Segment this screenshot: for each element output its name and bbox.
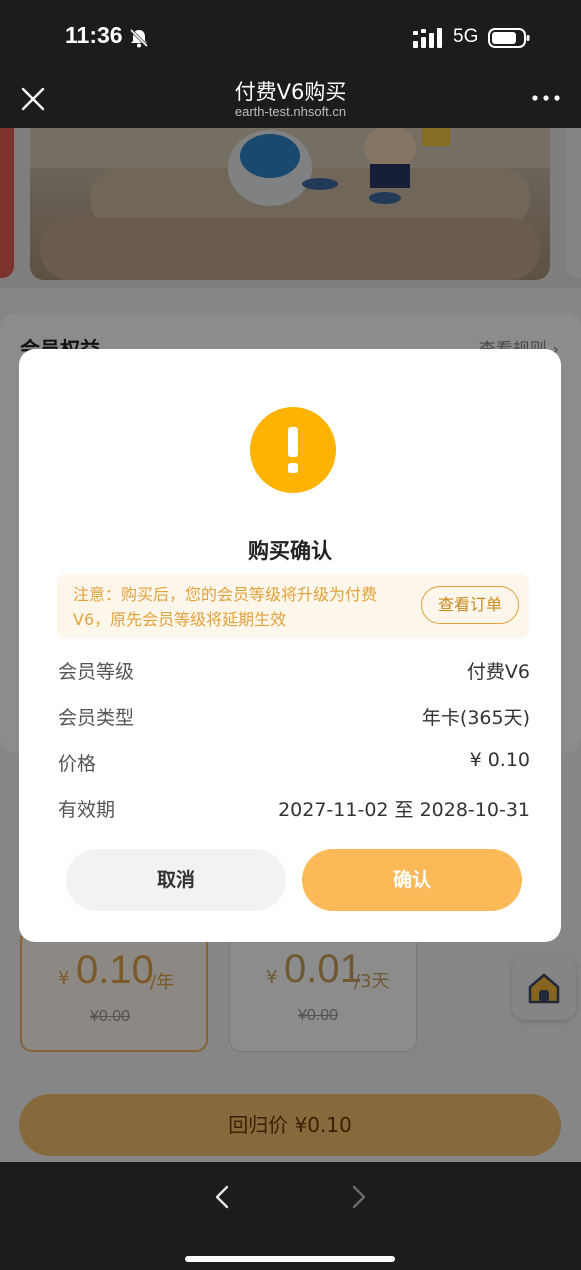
view-order-button[interactable]: 查看订单: [421, 586, 519, 624]
purchase-confirm-dialog: 购买确认 注意：购买后，您的会员等级将升级为付费V6，原先会员等级将延期生效 查…: [19, 349, 561, 942]
more-icon[interactable]: [531, 88, 561, 108]
chevron-left-icon[interactable]: [210, 1184, 236, 1210]
page-title: 付费V6购买: [234, 80, 347, 104]
signal-icon: [413, 28, 442, 48]
row-member-level: 会员等级 付费V6: [58, 657, 530, 687]
battery-icon: [488, 28, 530, 48]
row-label: 会员类型: [58, 707, 135, 729]
notice-box: 注意：购买后，您的会员等级将升级为付费V6，原先会员等级将延期生效 查看订单: [57, 574, 529, 638]
network-type: 5G: [453, 26, 479, 47]
bell-muted-icon: [129, 28, 149, 48]
warning-icon: [250, 407, 336, 493]
row-label: 有效期: [58, 799, 116, 821]
row-value: 2027-11-02 至 2028-10-31: [278, 799, 530, 821]
row-label: 会员等级: [58, 661, 135, 683]
page-url: earth-test.nhsoft.cn: [234, 104, 347, 119]
home-indicator[interactable]: [185, 1256, 395, 1262]
status-time: 11:36: [65, 22, 123, 48]
row-value: ¥ 0.10: [469, 749, 530, 771]
row-member-type: 会员类型 年卡(365天): [58, 703, 530, 733]
notice-text: 注意：购买后，您的会员等级将升级为付费V6，原先会员等级将延期生效: [73, 585, 378, 629]
cancel-button[interactable]: 取消: [66, 849, 286, 911]
status-bar: 11:36 5G: [0, 0, 581, 72]
chevron-right-icon[interactable]: [345, 1184, 371, 1210]
confirm-button[interactable]: 确认: [302, 849, 522, 911]
row-value: 付费V6: [466, 661, 530, 683]
nav-bar: 付费V6购买 earth-test.nhsoft.cn: [0, 72, 581, 128]
row-label: 价格: [58, 753, 97, 775]
row-value: 年卡(365天): [421, 707, 530, 729]
row-price: 价格 ¥ 0.10: [58, 749, 530, 779]
dialog-title: 购买确认: [248, 539, 332, 563]
row-validity: 有效期 2027-11-02 至 2028-10-31: [58, 795, 530, 825]
browser-bottom-bar: [0, 1162, 581, 1270]
